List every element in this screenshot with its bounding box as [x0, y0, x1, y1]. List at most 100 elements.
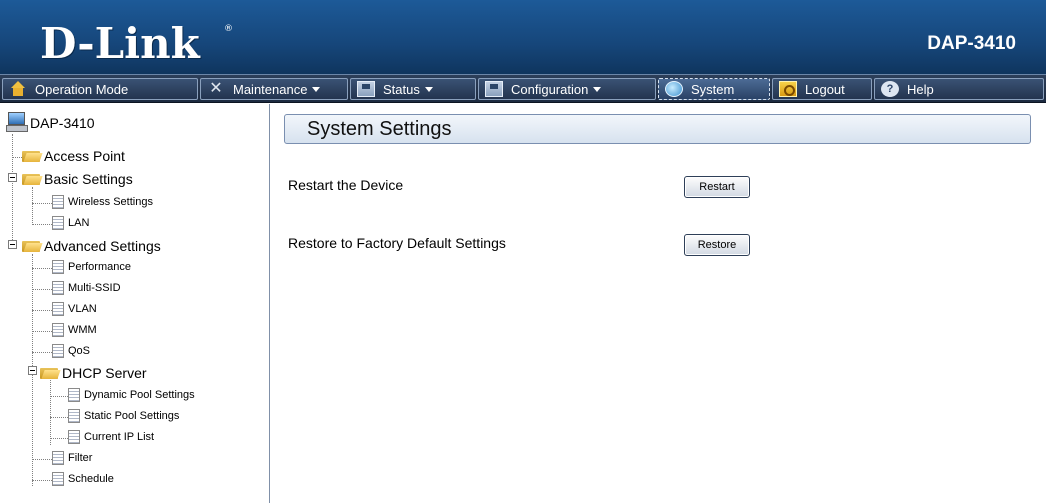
menu-logout[interactable]: Logout [772, 78, 872, 100]
tree-label: QoS [68, 345, 91, 357]
restart-button[interactable]: Restart [684, 176, 750, 198]
menu-operation-mode-label: Operation Mode [35, 81, 129, 97]
computer-icon [6, 112, 28, 134]
navigation-tree: DAP-3410 Access Point Basic Settings Wir… [0, 104, 270, 503]
tree-item-basic-settings[interactable]: Basic Settings [22, 171, 133, 187]
tree-connector [32, 289, 52, 290]
page-icon [52, 323, 64, 337]
page-icon [52, 195, 64, 209]
tree-connector [32, 203, 52, 204]
tree-connector [12, 134, 13, 248]
tree-label: Filter [68, 452, 93, 464]
globe-icon [665, 81, 683, 97]
collapse-dhcp-server-icon[interactable] [28, 366, 37, 375]
page-icon [52, 260, 64, 274]
tree-connector [32, 331, 52, 332]
tree-item-performance[interactable]: Performance [52, 260, 131, 274]
tree-label: Advanced Settings [44, 238, 161, 254]
tree-item-vlan[interactable]: VLAN [52, 302, 97, 316]
tree-connector [32, 268, 52, 269]
disk-icon [357, 81, 375, 97]
collapse-advanced-settings-icon[interactable] [8, 240, 17, 249]
menu-operation-mode[interactable]: Operation Mode [2, 78, 198, 100]
folder-icon [22, 149, 42, 163]
tree-item-wireless-settings[interactable]: Wireless Settings [52, 195, 153, 209]
menu-status[interactable]: Status [350, 78, 476, 100]
tree-connector [50, 396, 68, 397]
menu-maintenance[interactable]: ✕ Maintenance [200, 78, 348, 100]
tree-connector [32, 480, 52, 481]
tree-connector [32, 310, 52, 311]
tree-connector [50, 417, 68, 418]
tree-label: Static Pool Settings [84, 410, 180, 422]
tree-connector [32, 224, 52, 225]
tree-label: Access Point [44, 148, 125, 164]
page-icon [52, 472, 64, 486]
menu-help-label: Help [907, 81, 934, 97]
help-icon: ? [881, 81, 899, 97]
menu-configuration-label: Configuration [511, 81, 589, 97]
device-model: DAP-3410 [927, 33, 1016, 54]
registered-mark: ® [224, 24, 233, 34]
tree-label: Wireless Settings [68, 196, 153, 208]
folder-icon [22, 239, 42, 253]
menu-configuration[interactable]: Configuration [478, 78, 656, 100]
tree-label: Dynamic Pool Settings [84, 389, 195, 401]
tree-label: Basic Settings [44, 171, 133, 187]
menu-bar: Operation Mode ✕ Maintenance Status Conf… [0, 74, 1046, 103]
tree-item-access-point[interactable]: Access Point [22, 148, 125, 164]
tree-label: LAN [68, 217, 90, 229]
page-icon [52, 281, 64, 295]
menu-system[interactable]: System [658, 78, 770, 100]
tree-item-lan[interactable]: LAN [52, 216, 89, 230]
tree-item-dynamic-pool-settings[interactable]: Dynamic Pool Settings [68, 388, 195, 402]
tree-label: Performance [68, 261, 131, 273]
page-icon [52, 451, 64, 465]
page-icon [68, 388, 80, 402]
page-title: System Settings [284, 114, 1031, 144]
tree-connector [12, 157, 22, 158]
page-icon [68, 430, 80, 444]
restore-label: Restore to Factory Default Settings [288, 235, 506, 251]
tree-connector [32, 187, 33, 225]
menu-status-label: Status [383, 81, 420, 97]
page-icon [52, 216, 64, 230]
main-content: System Settings Restart the Device Resta… [278, 104, 1046, 503]
tree-connector [32, 352, 52, 353]
tree-item-dhcp-server[interactable]: DHCP Server [40, 365, 147, 381]
menu-system-label: System [691, 81, 735, 97]
restore-button[interactable]: Restore [684, 234, 750, 256]
home-icon [9, 81, 27, 97]
menu-maintenance-label: Maintenance [233, 81, 308, 97]
dlink-logo: D-Link [40, 19, 200, 68]
tree-label: DAP-3410 [30, 115, 95, 131]
chevron-down-icon [312, 86, 321, 92]
tree-label: Schedule [68, 473, 114, 485]
tree-item-multi-ssid[interactable]: Multi-SSID [52, 281, 121, 295]
tree-item-wmm[interactable]: WMM [52, 323, 97, 337]
tree-connector [50, 380, 51, 445]
tree-label: VLAN [68, 303, 97, 315]
folder-icon [40, 366, 60, 380]
restart-label: Restart the Device [288, 177, 404, 193]
tree-item-qos[interactable]: QoS [52, 344, 90, 358]
tree-item-static-pool-settings[interactable]: Static Pool Settings [68, 409, 179, 423]
tree-connector [32, 459, 52, 460]
chevron-down-icon [593, 86, 602, 92]
tree-item-current-ip-list[interactable]: Current IP List [68, 430, 154, 444]
page-icon [52, 344, 64, 358]
tree-label: Multi-SSID [68, 282, 121, 294]
tree-label: DHCP Server [62, 365, 147, 381]
folder-icon [22, 172, 42, 186]
page-icon [68, 409, 80, 423]
tree-item-filter[interactable]: Filter [52, 451, 92, 465]
menu-logout-label: Logout [805, 81, 845, 97]
chevron-down-icon [424, 86, 433, 92]
tree-item-schedule[interactable]: Schedule [52, 472, 114, 486]
tree-root-device[interactable]: DAP-3410 [6, 112, 95, 134]
tree-connector [50, 438, 68, 439]
collapse-basic-settings-icon[interactable] [8, 173, 17, 182]
tree-label: Current IP List [84, 431, 155, 443]
tree-item-advanced-settings[interactable]: Advanced Settings [22, 238, 161, 254]
menu-help[interactable]: ? Help [874, 78, 1044, 100]
